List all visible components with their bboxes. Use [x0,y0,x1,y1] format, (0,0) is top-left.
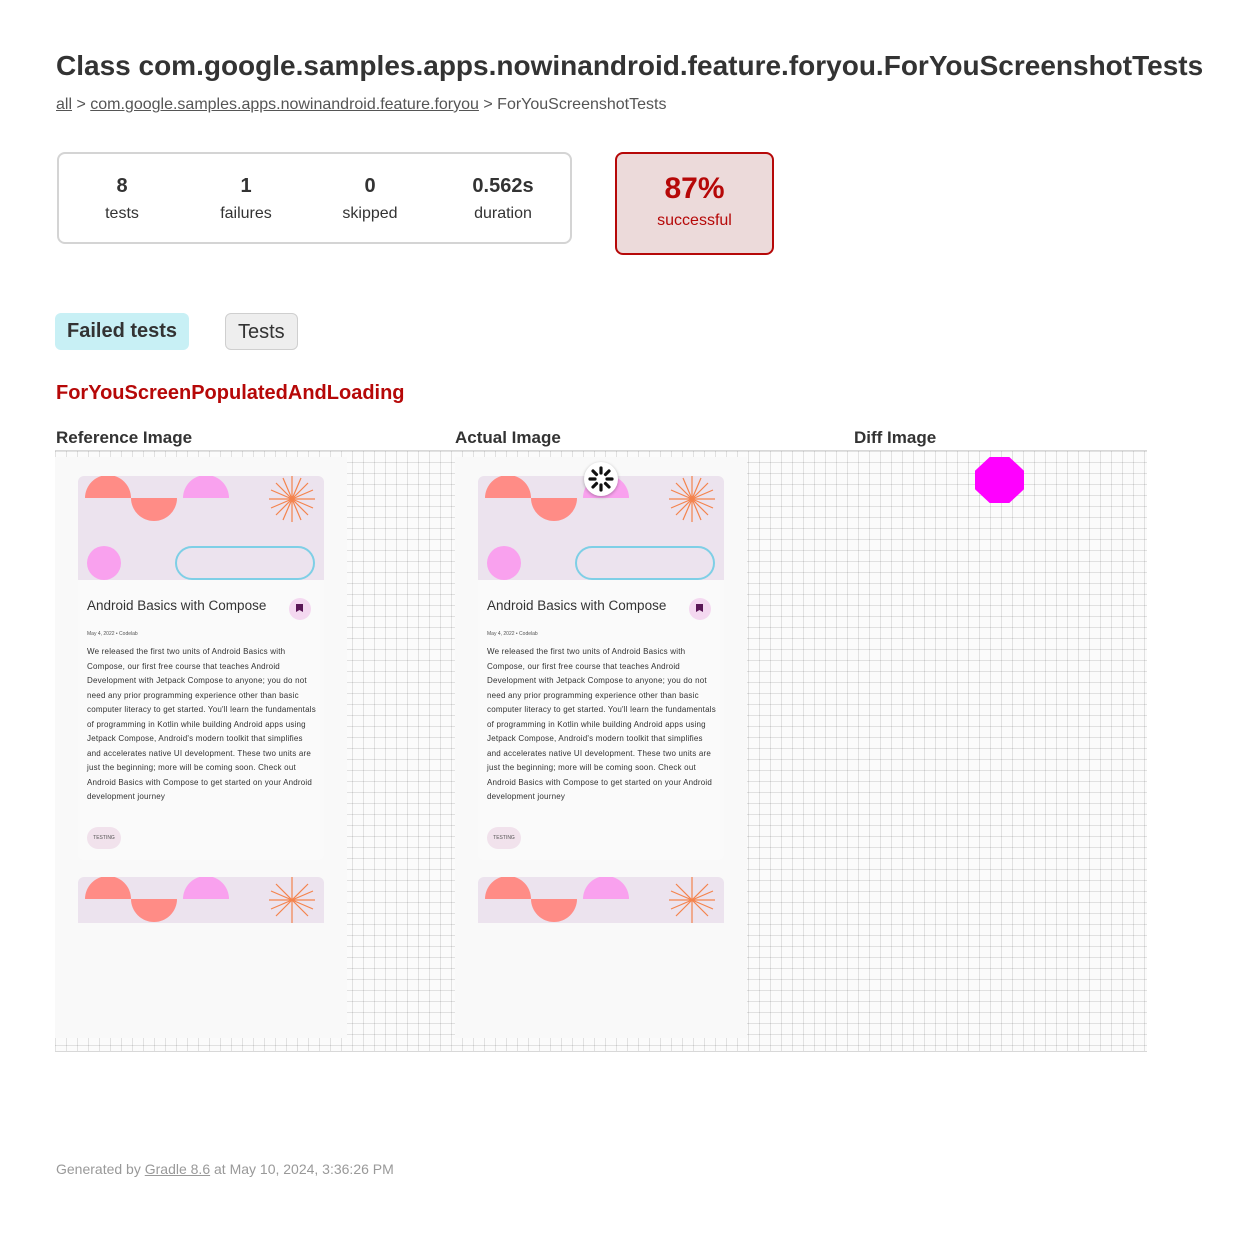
breadcrumb-current: ForYouScreenshotTests [497,96,667,113]
skipped-counter: 0 skipped [315,173,425,223]
breadcrumb: all > com.google.samples.apps.nowinandro… [56,96,666,114]
tab-failed-tests[interactable]: Failed tests [55,313,190,350]
card-body: We released the first two units of Andro… [487,647,716,801]
tests-counter: 8 tests [67,173,177,223]
breadcrumb-separator: > [72,96,91,113]
header-art-svg [485,877,715,923]
loading-spinner-icon [584,462,618,496]
summary-box: 8 tests 1 failures 0 skipped 0.562s dura… [57,152,572,244]
actual-image: Android Basics with Compose May 4, 2022 … [455,457,747,1038]
next-card-header-image [478,877,724,923]
bookmark-icon[interactable] [289,598,311,620]
failures-label: failures [220,205,272,222]
page-title: Class com.google.samples.apps.nowinandro… [56,50,1204,81]
topic-chip[interactable]: TESTING [487,827,521,849]
success-label: successful [657,212,732,229]
failures-count: 1 [240,175,252,197]
tests-label: tests [105,205,139,222]
actual-image-label: Actual Image [455,428,561,447]
breadcrumb-all-link[interactable]: all [56,96,72,113]
card-body: We released the first two units of Andro… [87,647,316,801]
skipped-label: skipped [342,205,398,222]
gradle-link[interactable]: Gradle 8.6 [145,1161,210,1177]
header-art-svg [85,476,315,580]
card-title: Android Basics with Compose [87,598,267,613]
duration-value: 0.562s [472,175,534,197]
tab-tests[interactable]: Tests [225,313,298,350]
news-card: Android Basics with Compose May 4, 2022 … [478,476,724,860]
success-rate-box: 87% successful [615,152,774,255]
topic-chip[interactable]: TESTING [87,827,121,849]
footer: Generated by Gradle 8.6 at May 10, 2024,… [56,1161,394,1177]
success-rate: 87% [664,172,725,205]
card-meta: May 4, 2022 • Codelab [487,631,538,637]
duration-counter: 0.562s duration [448,173,558,223]
reference-image-label: Reference Image [56,428,193,447]
header-art-svg [85,877,315,923]
card-meta: May 4, 2022 • Codelab [87,631,138,637]
bookmark-icon[interactable] [689,598,711,620]
breadcrumb-separator: > [478,96,498,113]
failed-test-name: ForYouScreenPopulatedAndLoading [56,382,405,404]
footer-timestamp: at May 10, 2024, 3:36:26 PM [210,1161,394,1177]
duration-label: duration [474,205,532,222]
card-title: Android Basics with Compose [487,598,667,613]
breadcrumb-package-link[interactable]: com.google.samples.apps.nowinandroid.fea… [90,96,479,113]
next-card-header-image [78,877,324,923]
reference-image: Android Basics with Compose May 4, 2022 … [55,457,347,1038]
news-card: Android Basics with Compose May 4, 2022 … [78,476,324,860]
diff-image-label: Diff Image [854,428,937,447]
tests-count: 8 [116,175,128,197]
skipped-count: 0 [364,175,376,197]
card-header-image [78,476,324,580]
footer-prefix: Generated by [56,1161,145,1177]
failures-counter: 1 failures [191,173,301,223]
